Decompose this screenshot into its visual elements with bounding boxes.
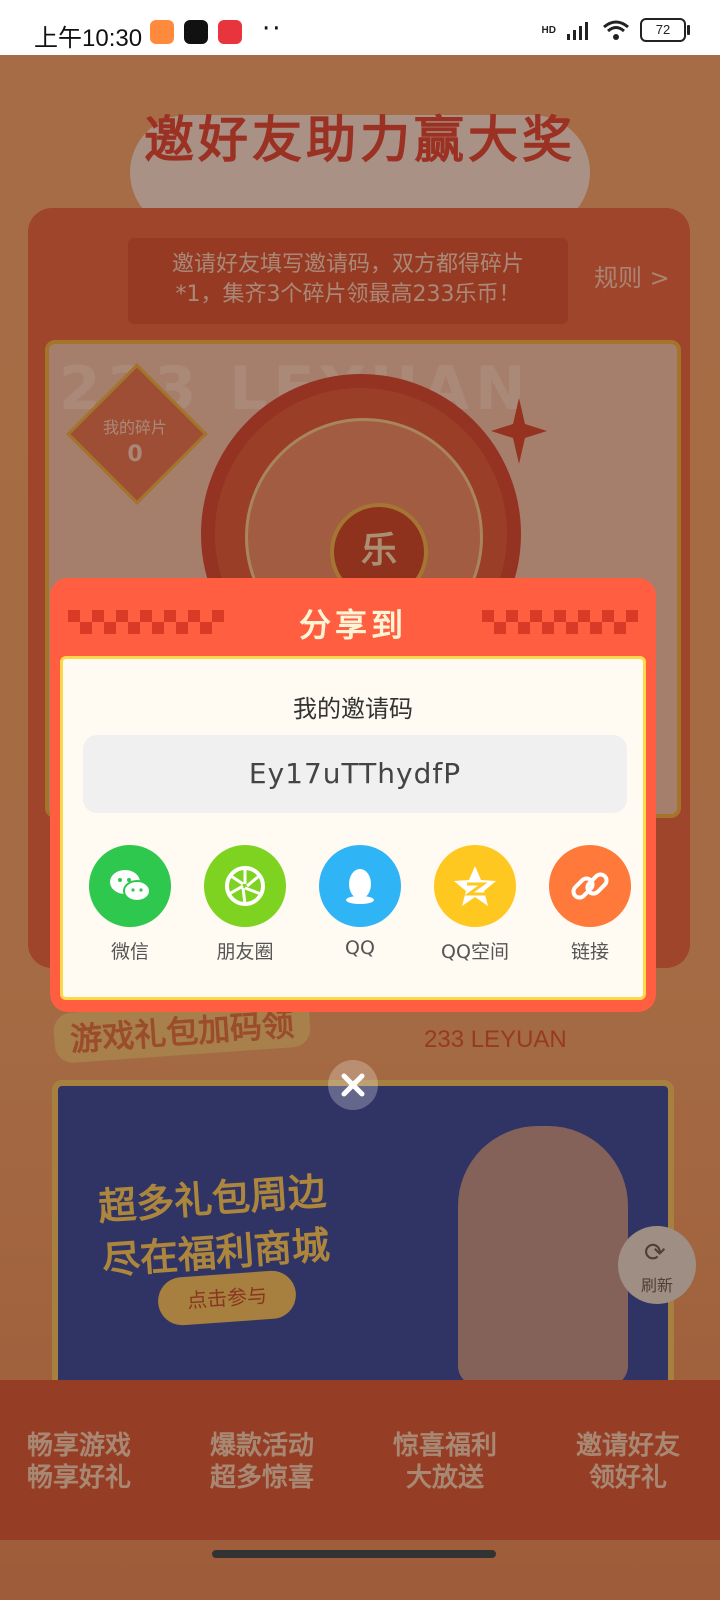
status-time: 上午10:30 (34, 25, 143, 52)
share-label: 链接 (570, 941, 609, 963)
qq-icon (319, 845, 401, 927)
invite-code-label: 我的邀请码 (293, 695, 413, 723)
share-dialog: 分享到 我的邀请码 Ey17uTThydfP 微信 朋友圈 QQ QQ空间 链接 (50, 578, 656, 1012)
close-dialog-button[interactable] (328, 1060, 378, 1110)
status-bar: 上午10:30 ·· HD 72 (0, 0, 720, 55)
moments-icon (204, 845, 286, 927)
wifi-icon (603, 20, 629, 40)
app-notification-icon-2 (218, 20, 242, 44)
app-notification-icon (150, 20, 174, 44)
invite-code-value[interactable]: Ey17uTThydfP (83, 735, 627, 813)
share-label: QQ (345, 937, 375, 959)
share-label: 微信 (110, 941, 149, 963)
wechat-icon (89, 845, 171, 927)
more-notifications-icon: ·· (262, 14, 283, 44)
share-qq-button[interactable]: QQ (315, 845, 405, 959)
share-wechat-button[interactable]: 微信 (85, 845, 175, 964)
signal-icon (567, 22, 588, 40)
share-label: QQ空间 (441, 941, 509, 963)
dialog-title: 分享到 (298, 606, 407, 644)
link-icon (549, 845, 631, 927)
share-moments-button[interactable]: 朋友圈 (200, 845, 290, 964)
share-qzone-button[interactable]: QQ空间 (430, 845, 520, 964)
qzone-icon (434, 845, 516, 927)
status-indicators: HD 72 (541, 18, 690, 42)
dialog-content: 我的邀请码 Ey17uTThydfP 微信 朋友圈 QQ QQ空间 链接 (60, 656, 646, 1000)
battery-icon: 72 (640, 18, 690, 42)
share-link-button[interactable]: 链接 (545, 845, 635, 964)
share-label: 朋友圈 (216, 941, 274, 963)
home-indicator[interactable] (212, 1550, 496, 1558)
hd-badge: HD (541, 24, 556, 36)
close-icon (341, 1073, 365, 1097)
tiktok-icon (184, 20, 208, 44)
